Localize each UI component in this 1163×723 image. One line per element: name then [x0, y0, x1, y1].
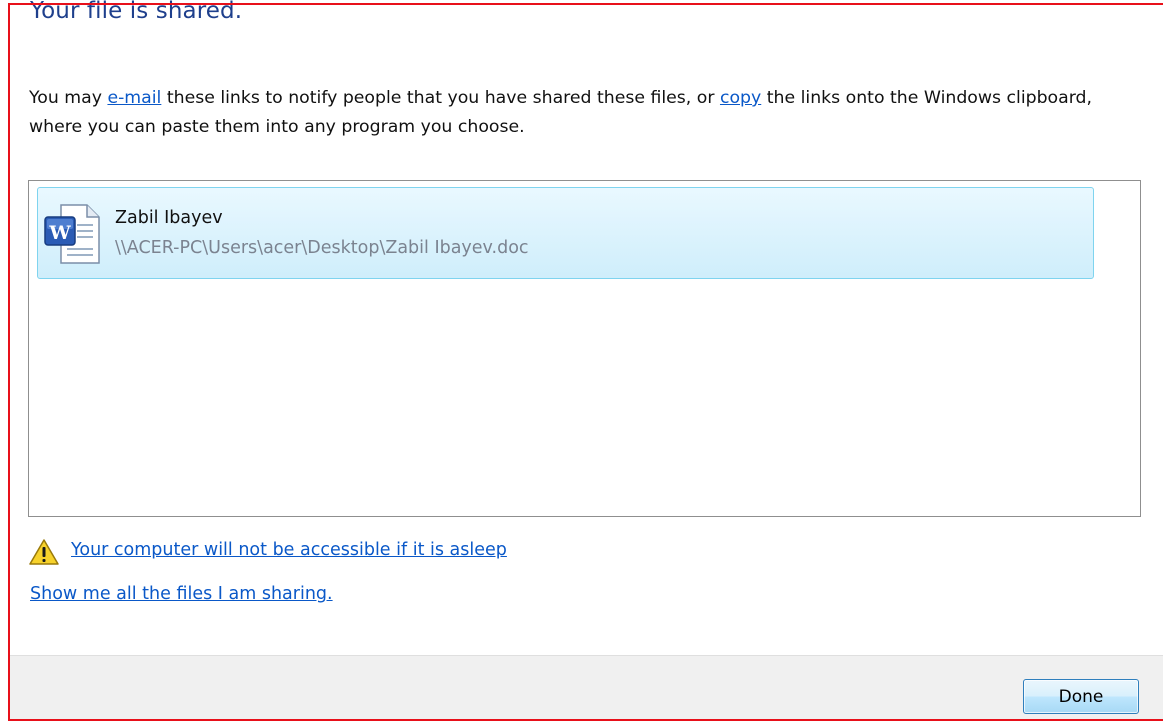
instructions-part-2: these links to notify people that you ha… [161, 88, 720, 108]
instructions-part-1: You may [29, 88, 108, 108]
dialog-footer: Done [10, 655, 1163, 721]
sleep-warning-link[interactable]: Your computer will not be accessible if … [71, 540, 507, 560]
email-link[interactable]: e-mail [107, 88, 161, 108]
show-shared-files-link[interactable]: Show me all the files I am sharing. [30, 584, 333, 604]
warning-icon [29, 539, 59, 565]
file-list-item[interactable]: W Zabil Ibayev \\ACER-PC\Users\acer\Desk… [37, 187, 1094, 279]
file-path: \\ACER-PC\Users\acer\Desktop\Zabil Ibaye… [115, 238, 529, 258]
copy-link[interactable]: copy [720, 88, 761, 108]
done-button[interactable]: Done [1023, 679, 1139, 714]
shared-files-list[interactable]: W Zabil Ibayev \\ACER-PC\Users\acer\Desk… [28, 180, 1141, 517]
file-name: Zabil Ibayev [115, 208, 223, 228]
dialog-window: Your file is shared. You may e-mail thes… [0, 0, 1163, 723]
instructions-text: You may e-mail these links to notify peo… [29, 84, 1139, 142]
word-document-icon: W [44, 204, 100, 264]
dialog-title: Your file is shared. [30, 0, 243, 24]
svg-text:W: W [48, 222, 71, 244]
